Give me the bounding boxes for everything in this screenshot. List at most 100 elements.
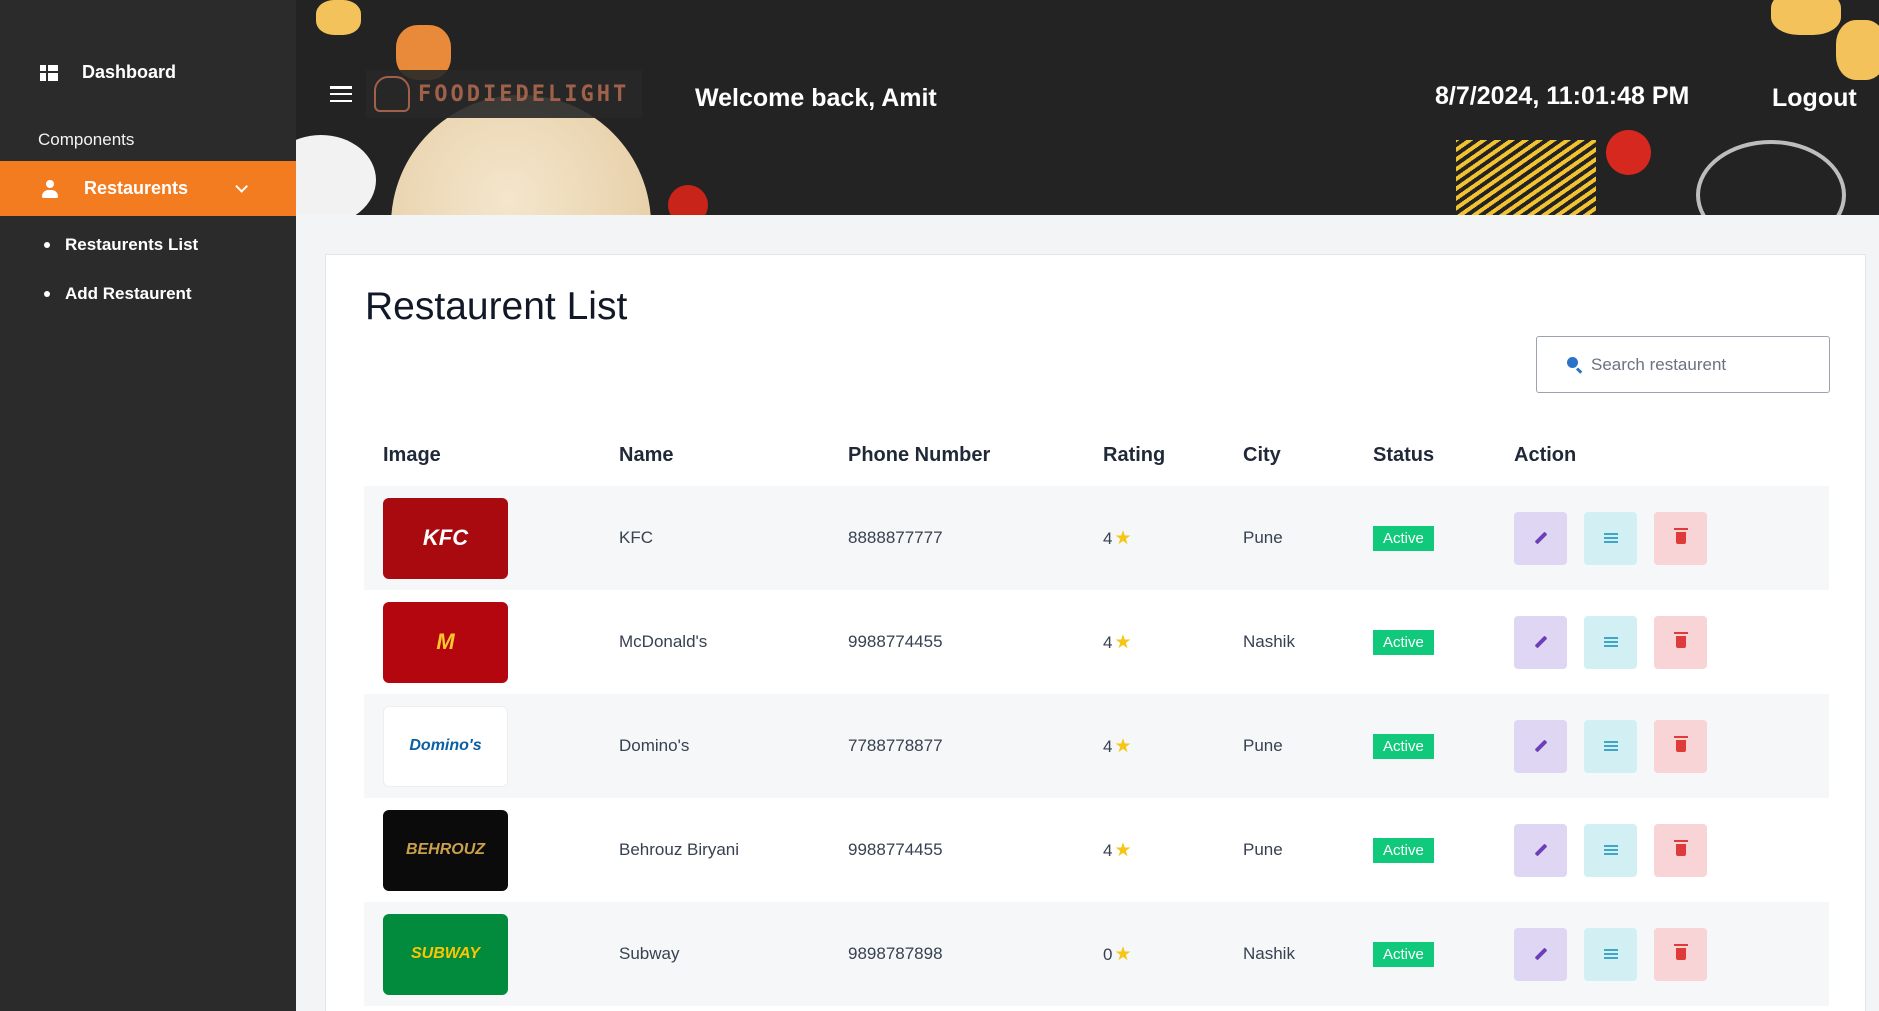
edit-icon	[1534, 843, 1547, 857]
delete-button[interactable]	[1654, 511, 1707, 565]
food-decoration	[1606, 130, 1651, 175]
table-header-row: Image Name Phone Number Rating City Stat…	[364, 425, 1829, 486]
cell-name: Subway	[600, 902, 829, 1006]
bullet-icon	[44, 242, 50, 248]
column-header-action: Action	[1514, 444, 1577, 466]
cell-actions	[1495, 902, 1829, 1006]
sidebar-section-label: Components	[38, 130, 135, 149]
list-icon	[1603, 741, 1618, 751]
view-details-button[interactable]	[1584, 719, 1637, 773]
view-details-button[interactable]	[1584, 927, 1637, 981]
edit-button[interactable]	[1514, 511, 1567, 565]
table-row: KFC KFC 8888877777 4 ★ Pune Active	[364, 486, 1829, 590]
edit-button[interactable]	[1514, 615, 1567, 669]
delete-button[interactable]	[1654, 719, 1707, 773]
restaurant-logo-text: M	[436, 629, 455, 654]
restaurant-logo: BEHROUZ	[383, 809, 508, 891]
search-icon	[1567, 356, 1583, 373]
cell-rating: 4 ★	[1084, 590, 1224, 694]
star-icon: ★	[1114, 839, 1132, 861]
page-title: Restaurent List	[365, 285, 628, 328]
restaurant-logo: KFC	[383, 497, 508, 579]
rating-value: 0	[1103, 944, 1113, 964]
column-header-rating: Rating	[1103, 444, 1166, 466]
restaurant-logo-text: SUBWAY	[410, 945, 481, 962]
cell-phone: 9898787898	[829, 902, 1084, 1006]
sidebar-item-dashboard[interactable]: Dashboard	[40, 62, 176, 83]
edit-icon	[1534, 531, 1547, 545]
table-row: Domino's Domino's 7788778877 4 ★ Pune Active	[364, 694, 1829, 798]
cell-actions	[1495, 798, 1829, 902]
search-input[interactable]	[1591, 354, 1821, 375]
list-icon	[1603, 949, 1618, 959]
cell-image: KFC	[364, 486, 600, 590]
sidebar-item-label: Restaurents	[84, 178, 189, 198]
food-decoration	[668, 185, 708, 215]
restaurant-logo: M	[383, 601, 508, 683]
view-details-button[interactable]	[1584, 823, 1637, 877]
cell-name: KFC	[600, 486, 829, 590]
sidebar-item-restaurents[interactable]: Restaurents	[0, 161, 296, 216]
column-header-city: City	[1243, 444, 1281, 466]
cell-name: McDonald's	[619, 632, 708, 651]
cell-city: Nashik	[1224, 902, 1354, 1006]
cell-rating: 4 ★	[1084, 694, 1224, 798]
list-icon	[1603, 533, 1618, 543]
sidebar-subitem-label: Restaurents List	[65, 235, 199, 254]
restaurent-list-card: Restaurent List Image Name Phone Number …	[325, 254, 1866, 1011]
edit-button[interactable]	[1514, 823, 1567, 877]
bullet-icon	[44, 291, 50, 297]
edit-icon	[1534, 635, 1547, 649]
cell-city: Pune	[1243, 840, 1283, 859]
cell-phone: 9988774455	[848, 632, 943, 651]
star-icon: ★	[1114, 527, 1132, 549]
edit-button[interactable]	[1514, 927, 1567, 981]
cell-city: Pune	[1224, 486, 1354, 590]
star-icon: ★	[1114, 943, 1132, 965]
sidebar: Dashboard Components Restaurents Restaur…	[0, 0, 296, 1011]
cell-rating: 0 ★	[1084, 902, 1224, 1006]
food-decoration	[296, 135, 376, 215]
trash-icon	[1673, 528, 1688, 544]
cell-phone: 8888877777	[829, 486, 1084, 590]
welcome-message: Welcome back, Amit	[695, 84, 937, 112]
menu-icon[interactable]	[330, 86, 352, 102]
search-box[interactable]	[1536, 336, 1830, 393]
sidebar-subitem-add-restaurent[interactable]: Add Restaurent	[44, 284, 192, 304]
trash-icon	[1673, 944, 1688, 960]
column-header-image: Image	[383, 444, 441, 466]
view-details-button[interactable]	[1584, 511, 1637, 565]
sidebar-subitem-restaurents-list[interactable]: Restaurents List	[44, 235, 198, 255]
rating-value: 4	[1103, 736, 1113, 756]
delete-button[interactable]	[1654, 823, 1707, 877]
current-datetime: 8/7/2024, 11:01:48 PM	[1435, 82, 1690, 110]
restaurant-logo-text: KFC	[422, 525, 469, 550]
cell-actions	[1495, 590, 1829, 694]
sidebar-item-label: Dashboard	[82, 62, 177, 82]
cell-image: M	[364, 590, 600, 694]
column-header-phone: Phone Number	[848, 444, 991, 466]
logout-button[interactable]: Logout	[1772, 84, 1857, 113]
star-icon: ★	[1114, 631, 1132, 653]
cell-city: Pune	[1224, 694, 1354, 798]
restaurant-logo-text: Domino's	[409, 737, 482, 754]
edit-icon	[1534, 739, 1547, 753]
column-header-status: Status	[1373, 444, 1435, 466]
star-icon: ★	[1114, 735, 1132, 757]
list-icon	[1603, 845, 1618, 855]
status-badge: Active	[1373, 941, 1434, 967]
status-badge: Active	[1373, 629, 1434, 655]
cell-phone: 7788778877	[829, 694, 1084, 798]
delete-button[interactable]	[1654, 927, 1707, 981]
trash-icon	[1673, 736, 1688, 752]
table-row: M McDonald's 9988774455 4 ★ Nashik Active	[364, 590, 1829, 694]
table-row: SUBWAY Subway 9898787898 0 ★ Nashik Active	[364, 902, 1829, 1006]
view-details-button[interactable]	[1584, 615, 1637, 669]
cell-status: Active	[1354, 902, 1495, 1006]
delete-button[interactable]	[1654, 615, 1707, 669]
cell-status: Active	[1354, 694, 1495, 798]
edit-button[interactable]	[1514, 719, 1567, 773]
cell-actions	[1495, 694, 1829, 798]
chevron-down-icon	[235, 180, 248, 193]
restaurant-logo-text: BEHROUZ	[405, 841, 486, 858]
